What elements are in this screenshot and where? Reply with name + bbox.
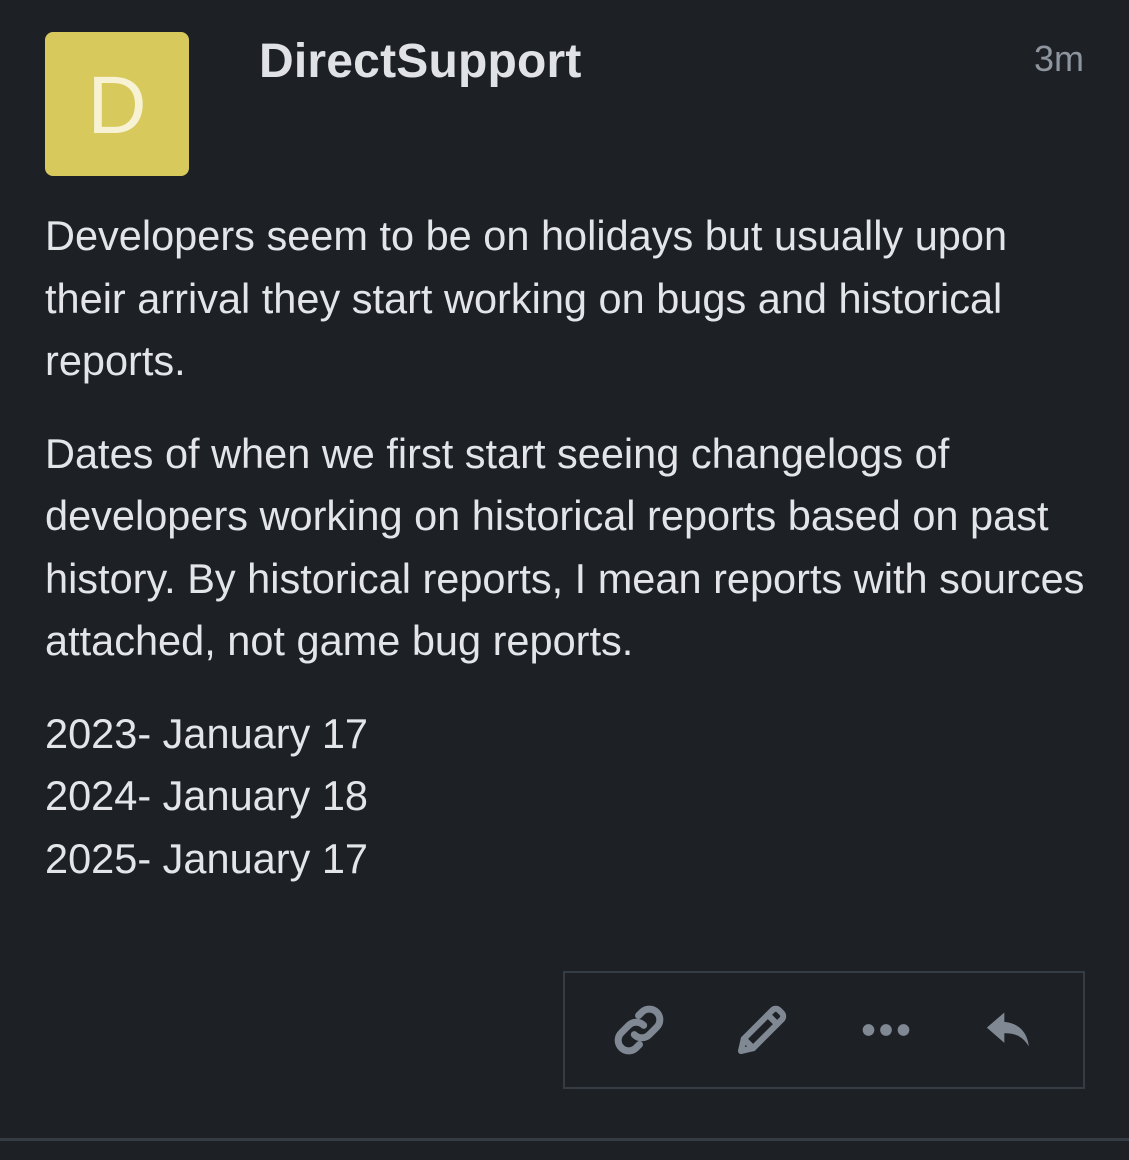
more-options-button[interactable] [846,990,926,1070]
link-icon [614,1005,664,1055]
username[interactable]: DirectSupport [259,32,582,92]
reply-button[interactable] [969,990,1049,1070]
avatar-letter: D [87,60,147,151]
reply-icon [987,1012,1030,1047]
timestamp[interactable]: 3m [1034,37,1084,81]
forum-post: D DirectSupport 3m Developers seem to be… [0,0,1129,1160]
post-divider [0,1138,1129,1141]
date-line: 2023- January 17 [45,709,369,757]
date-line: 2024- January 18 [45,772,369,819]
paragraph-1: Developers seem to be on holidays but us… [45,212,1008,384]
date-list: 2023- January 17 2024- January 18 2025- … [45,703,1095,891]
copy-link-button[interactable] [599,990,679,1070]
paragraph-2: Dates of when we first start seeing chan… [45,429,1085,665]
pencil-icon [738,1005,787,1055]
post-body: Developers seem to be on holidays but us… [45,205,1095,890]
date-line: 2025- January 17 [45,834,369,882]
post-actions [563,971,1085,1089]
edit-button[interactable] [722,990,802,1070]
avatar[interactable]: D [45,32,189,176]
more-icon [862,1024,910,1036]
